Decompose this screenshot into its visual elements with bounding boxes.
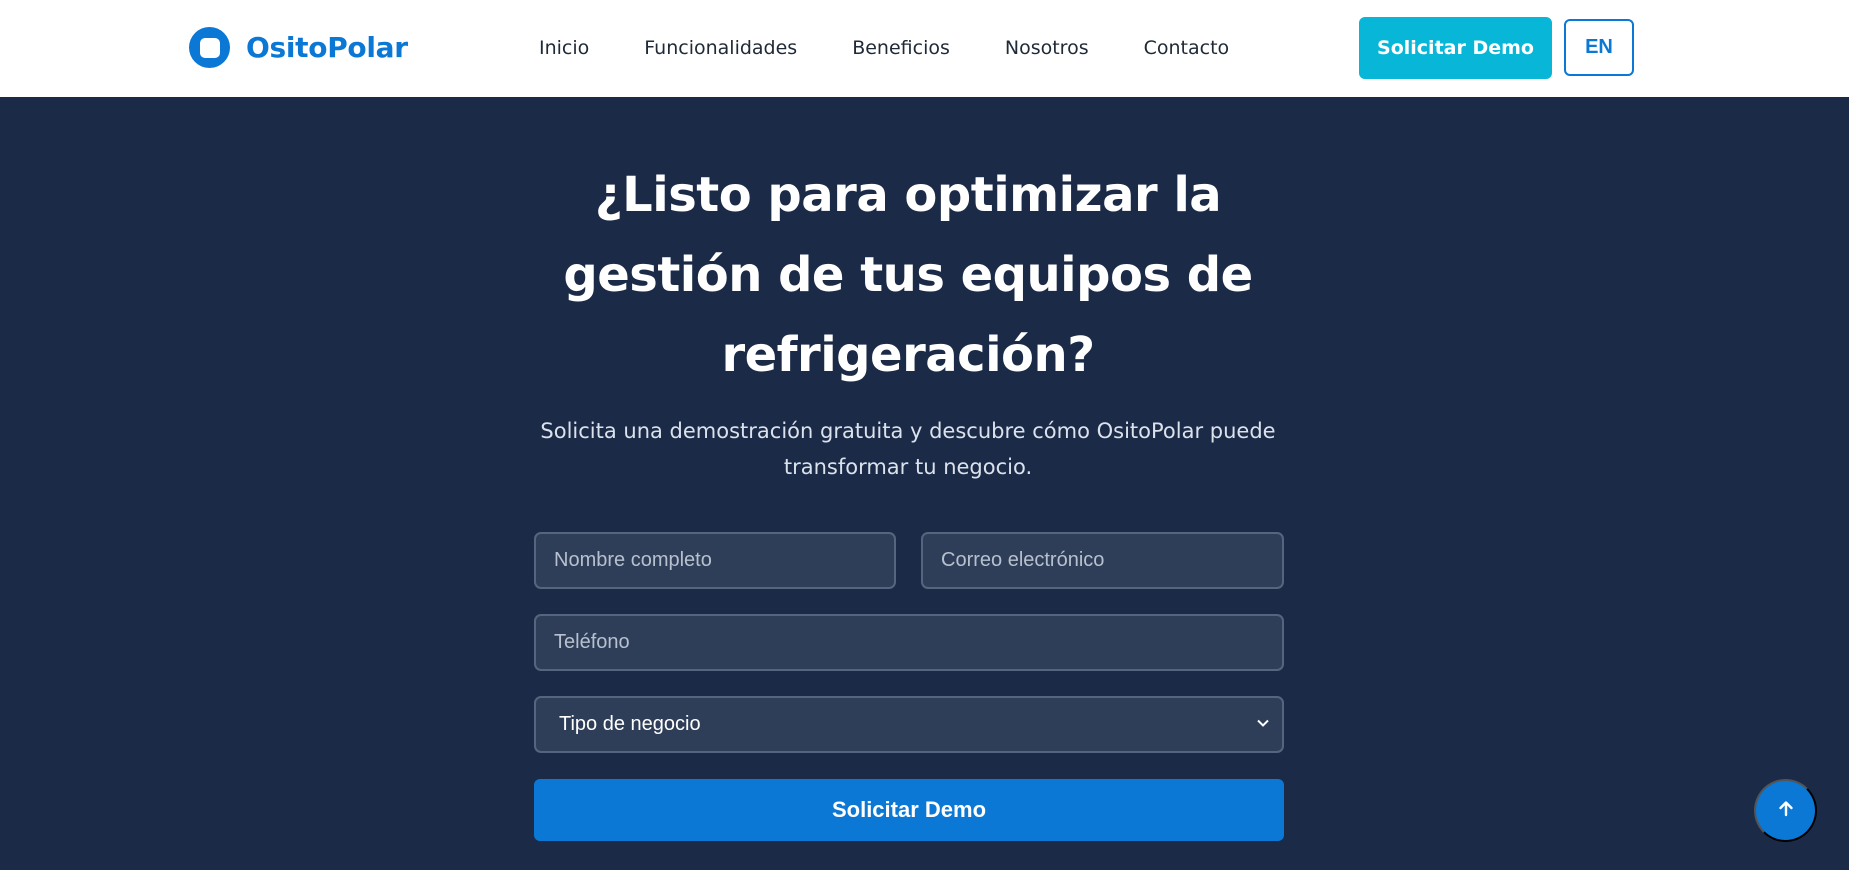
navbar: OsitoPolar Inicio Funcionalidades Benefi… bbox=[0, 0, 1849, 97]
language-toggle-button[interactable]: EN bbox=[1564, 19, 1634, 76]
hero-subtitle: Solicita una demostración gratuita y des… bbox=[540, 419, 1276, 479]
nav-link-contacto[interactable]: Contacto bbox=[1144, 37, 1230, 59]
nav-link-nosotros[interactable]: Nosotros bbox=[1005, 37, 1089, 59]
nav-link-funcionalidades[interactable]: Funcionalidades bbox=[644, 37, 797, 59]
business-type-select[interactable]: Tipo de negocio bbox=[534, 696, 1284, 753]
demo-section: ¿Listo para optimizar la gestión de tus … bbox=[0, 97, 1849, 870]
hero-title: ¿Listo para optimizar la gestión de tus … bbox=[563, 167, 1253, 383]
chevron-down-icon bbox=[1256, 715, 1270, 734]
main-nav: Inicio Funcionalidades Beneficios Nosotr… bbox=[539, 37, 1284, 59]
email-input[interactable] bbox=[921, 532, 1284, 589]
submit-demo-button[interactable]: Solicitar Demo bbox=[534, 779, 1284, 841]
brand-name: OsitoPolar bbox=[246, 31, 408, 64]
arrow-up-icon bbox=[1776, 799, 1796, 822]
phone-input[interactable] bbox=[534, 614, 1284, 671]
name-input[interactable] bbox=[534, 532, 896, 589]
nav-link-beneficios[interactable]: Beneficios bbox=[852, 37, 950, 59]
business-type-value: Tipo de negocio bbox=[559, 713, 701, 735]
snowflake-logo-icon bbox=[189, 27, 230, 68]
nav-link-inicio[interactable]: Inicio bbox=[539, 37, 589, 59]
brand-link[interactable]: OsitoPolar bbox=[189, 27, 408, 68]
nav-demo-button[interactable]: Solicitar Demo bbox=[1359, 17, 1552, 79]
scroll-to-top-button[interactable] bbox=[1754, 779, 1817, 842]
